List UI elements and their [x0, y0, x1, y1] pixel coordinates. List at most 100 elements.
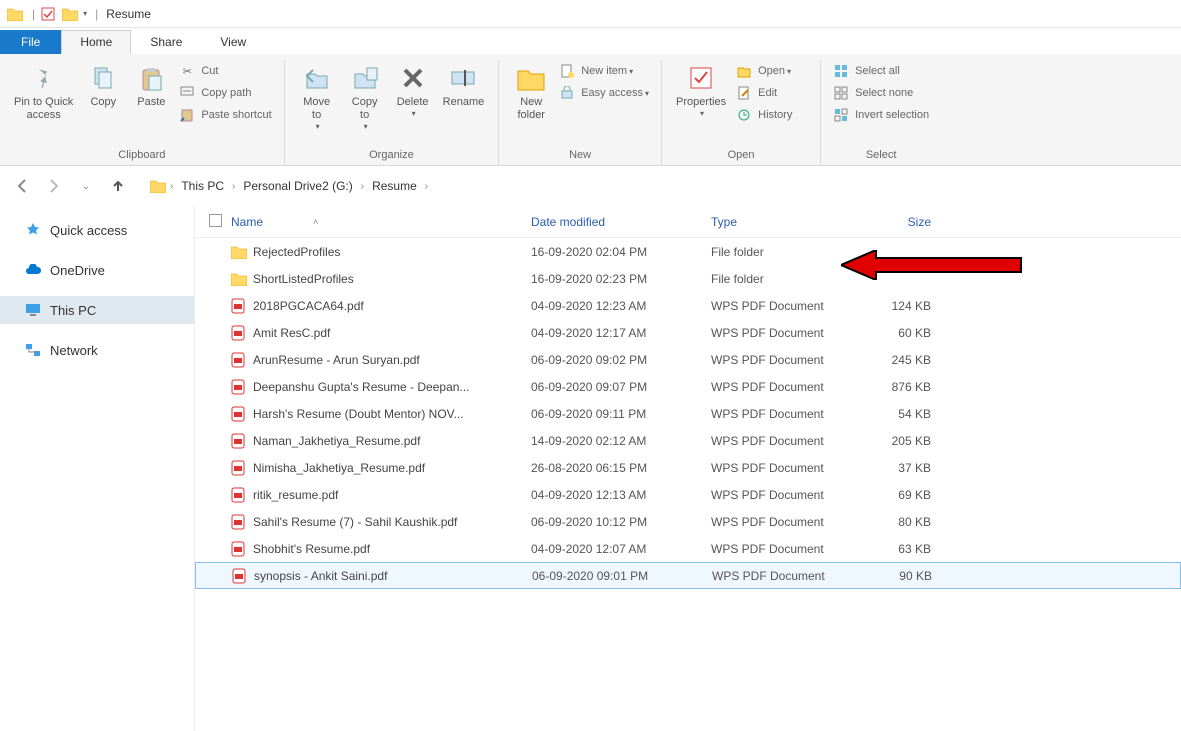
main-area: Quick access OneDrive This PC Network Name˄… — [0, 206, 1181, 731]
easy-access-button[interactable]: Easy access▾ — [555, 82, 653, 104]
group-label-clipboard: Clipboard — [8, 147, 276, 163]
column-name[interactable]: Name˄ — [231, 215, 531, 229]
copy-button[interactable]: Copy — [79, 60, 127, 111]
paste-button[interactable]: Paste — [127, 60, 175, 111]
file-date: 16-09-2020 02:04 PM — [531, 245, 711, 259]
column-date[interactable]: Date modified — [531, 215, 711, 229]
file-name: Sahil's Resume (7) - Sahil Kaushik.pdf — [253, 515, 531, 529]
file-type: WPS PDF Document — [711, 380, 861, 394]
file-row[interactable]: RejectedProfiles16-09-2020 02:04 PMFile … — [195, 238, 1181, 265]
up-button[interactable] — [104, 172, 132, 200]
file-row[interactable]: Naman_Jakhetiya_Resume.pdf14-09-2020 02:… — [195, 427, 1181, 454]
qat-dropdown[interactable]: ▾ — [83, 9, 87, 18]
pdf-icon — [231, 460, 253, 476]
file-type: File folder — [711, 245, 861, 259]
copy-to-button[interactable]: Copy to ▾ — [341, 60, 389, 133]
breadcrumb[interactable]: › This PC › Personal Drive2 (G:) › Resum… — [144, 172, 1173, 200]
file-row[interactable]: 2018PGCACA64.pdf04-09-2020 12:23 AMWPS P… — [195, 292, 1181, 319]
sidebar-item-onedrive[interactable]: OneDrive — [0, 256, 194, 284]
paste-shortcut-icon — [179, 107, 195, 123]
file-date: 06-09-2020 09:11 PM — [531, 407, 711, 421]
history-icon — [736, 107, 752, 123]
paste-shortcut-button[interactable]: Paste shortcut — [175, 104, 275, 126]
file-row[interactable]: Harsh's Resume (Doubt Mentor) NOV...06-0… — [195, 400, 1181, 427]
rename-icon — [447, 62, 479, 94]
file-type: WPS PDF Document — [711, 353, 861, 367]
file-type: WPS PDF Document — [712, 569, 862, 583]
file-row[interactable]: ShortListedProfiles16-09-2020 02:23 PMFi… — [195, 265, 1181, 292]
cut-button[interactable]: ✂ Cut — [175, 60, 275, 82]
chevron-down-icon: ▾ — [412, 109, 416, 118]
file-date: 06-09-2020 09:01 PM — [532, 569, 712, 583]
chevron-right-icon[interactable]: › — [361, 181, 364, 192]
copy-icon — [87, 62, 119, 94]
cloud-icon — [24, 261, 42, 279]
column-type[interactable]: Type — [711, 215, 861, 229]
tab-file[interactable]: File — [0, 30, 61, 54]
file-size: 205 KB — [861, 434, 951, 448]
file-row[interactable]: Shobhit's Resume.pdf04-09-2020 12:07 AMW… — [195, 535, 1181, 562]
sidebar-item-network[interactable]: Network — [0, 336, 194, 364]
file-type: WPS PDF Document — [711, 461, 861, 475]
file-date: 26-08-2020 06:15 PM — [531, 461, 711, 475]
new-item-button[interactable]: New item▾ — [555, 60, 653, 82]
file-row[interactable]: ArunResume - Arun Suryan.pdf06-09-2020 0… — [195, 346, 1181, 373]
pin-to-quick-access-button[interactable]: Pin to Quick access — [8, 60, 79, 124]
edit-button[interactable]: Edit — [732, 82, 812, 104]
sidebar-item-quick[interactable]: Quick access — [0, 216, 194, 244]
invert-selection-button[interactable]: Invert selection — [829, 104, 933, 126]
select-none-button[interactable]: Select none — [829, 82, 933, 104]
pdf-icon — [231, 433, 253, 449]
breadcrumb-item[interactable]: Personal Drive2 (G:) — [239, 179, 356, 193]
open-button[interactable]: Open▾ — [732, 60, 812, 82]
recent-locations-button[interactable]: ⌄ — [72, 172, 100, 200]
sidebar-item-label: Quick access — [50, 223, 127, 238]
pin-icon — [28, 62, 60, 94]
file-size: 90 KB — [862, 569, 952, 583]
delete-button[interactable]: Delete ▾ — [389, 60, 437, 120]
file-row[interactable]: ritik_resume.pdf04-09-2020 12:13 AMWPS P… — [195, 481, 1181, 508]
select-all-button[interactable]: Select all — [829, 60, 933, 82]
file-row[interactable]: Sahil's Resume (7) - Sahil Kaushik.pdf06… — [195, 508, 1181, 535]
chevron-right-icon[interactable]: › — [425, 181, 428, 192]
folder-small-icon[interactable] — [61, 5, 79, 23]
file-name: RejectedProfiles — [253, 245, 531, 259]
file-date: 06-09-2020 10:12 PM — [531, 515, 711, 529]
file-size: 69 KB — [861, 488, 951, 502]
sidebar-item-thispc[interactable]: This PC — [0, 296, 194, 324]
pdf-icon — [231, 487, 253, 503]
file-date: 14-09-2020 02:12 AM — [531, 434, 711, 448]
quick-access-toolbar-icon[interactable] — [39, 5, 57, 23]
ribbon-group-clipboard: Pin to Quick access Copy Paste ✂ Cut — [0, 60, 285, 165]
file-row[interactable]: Nimisha_Jakhetiya_Resume.pdf26-08-2020 0… — [195, 454, 1181, 481]
column-checkbox[interactable] — [209, 214, 231, 230]
pdf-icon — [231, 514, 253, 530]
properties-button[interactable]: Properties ▾ — [670, 60, 732, 120]
file-name: Nimisha_Jakhetiya_Resume.pdf — [253, 461, 531, 475]
paste-label: Paste — [137, 96, 165, 109]
breadcrumb-item[interactable]: Resume — [368, 179, 421, 193]
file-row[interactable]: synopsis - Ankit Saini.pdf06-09-2020 09:… — [195, 562, 1181, 589]
title-sep: | — [32, 7, 35, 21]
back-button[interactable] — [8, 172, 36, 200]
move-to-button[interactable]: Move to ▾ — [293, 60, 341, 133]
new-folder-button[interactable]: New folder — [507, 60, 555, 124]
chevron-right-icon[interactable]: › — [232, 181, 235, 192]
rename-button[interactable]: Rename — [437, 60, 491, 111]
file-row[interactable]: Deepanshu Gupta's Resume - Deepan...06-0… — [195, 373, 1181, 400]
copy-path-button[interactable]: Copy path — [175, 82, 275, 104]
file-row[interactable]: Amit ResC.pdf04-09-2020 12:17 AMWPS PDF … — [195, 319, 1181, 346]
tab-share[interactable]: Share — [131, 30, 201, 54]
history-button[interactable]: History — [732, 104, 812, 126]
tab-home[interactable]: Home — [61, 30, 131, 54]
network-icon — [24, 341, 42, 359]
chevron-right-icon[interactable]: › — [170, 181, 173, 192]
breadcrumb-item[interactable]: This PC — [177, 179, 228, 193]
tab-view[interactable]: View — [201, 30, 265, 54]
file-name: synopsis - Ankit Saini.pdf — [254, 569, 532, 583]
file-size: 60 KB — [861, 326, 951, 340]
forward-button[interactable] — [40, 172, 68, 200]
select-all-icon — [833, 63, 849, 79]
file-name: ShortListedProfiles — [253, 272, 531, 286]
column-size[interactable]: Size — [861, 215, 951, 229]
